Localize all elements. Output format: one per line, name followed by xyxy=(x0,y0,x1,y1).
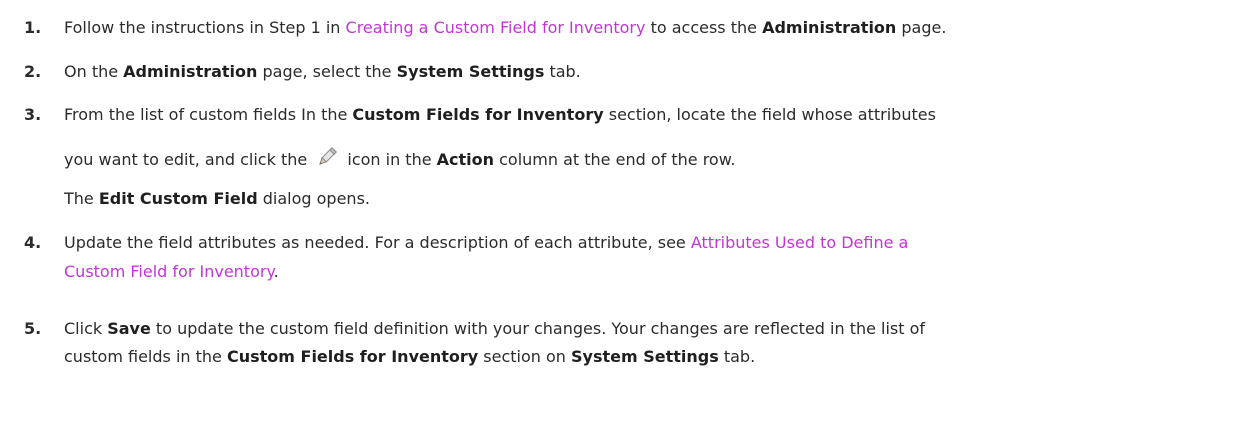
step-number: 4. xyxy=(24,233,42,252)
link-attributes-custom-field[interactable]: Attributes Used to Define a xyxy=(691,233,908,252)
step-text: On the Administration page, select the S… xyxy=(64,62,581,81)
step-number: 3. xyxy=(24,105,42,124)
link-creating-custom-field[interactable]: Creating a Custom Field for Inventory xyxy=(346,18,646,37)
pencil-icon xyxy=(316,146,338,168)
step-number: 5. xyxy=(24,319,42,338)
step-number: 1. xyxy=(24,18,42,37)
step-result: The Edit Custom Field dialog opens. xyxy=(64,189,370,208)
step-text: From the list of custom fields In the Cu… xyxy=(64,105,936,124)
step-text-continued: Custom Field for Inventory. xyxy=(64,262,279,281)
step-text-continued: custom fields in the Custom Fields for I… xyxy=(64,347,756,366)
step-text: Click Save to update the custom field de… xyxy=(64,319,926,338)
link-attributes-custom-field-cont[interactable]: Custom Field for Inventory xyxy=(64,262,274,281)
step-text-continued: you want to edit, and click the icon in … xyxy=(64,146,735,171)
step-text: Follow the instructions in Step 1 in Cre… xyxy=(64,18,947,37)
step-text: Update the field attributes as needed. F… xyxy=(64,233,909,252)
step-number: 2. xyxy=(24,62,42,81)
